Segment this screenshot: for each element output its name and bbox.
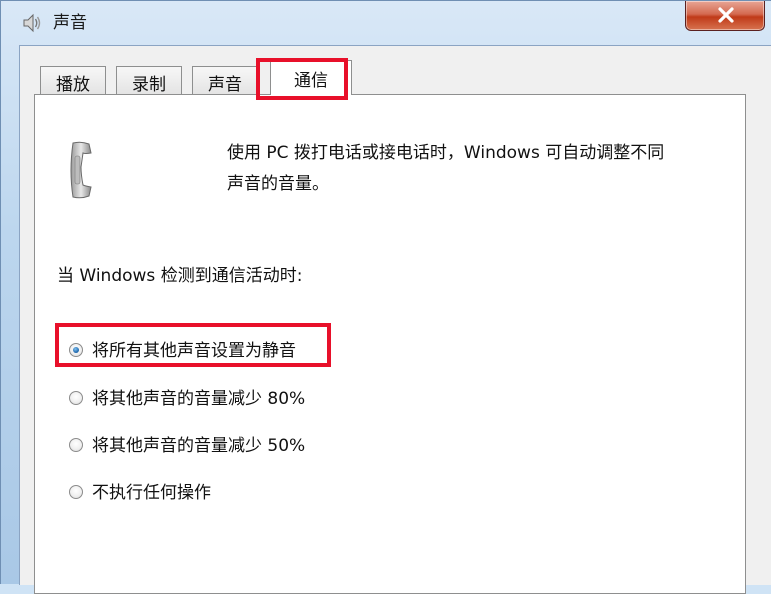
option-label: 不执行任何操作 [92,483,211,503]
title-bar[interactable]: 声音 [1,1,771,45]
telephone-icon [67,141,95,203]
tab-playback[interactable]: 播放 [40,66,106,95]
radio-button[interactable] [69,438,83,452]
option-label: 将其他声音的音量减少 50% [92,436,306,456]
close-button[interactable] [685,1,765,31]
communications-panel: 使用 PC 拨打电话或接电话时，Windows 可自动调整不同 声音的音量。 当… [34,94,746,594]
description-text: 使用 PC 拨打电话或接电话时，Windows 可自动调整不同 声音的音量。 [227,138,737,200]
option-highlight-box [55,323,331,367]
tab-sounds[interactable]: 声音 [192,66,258,95]
option-label: 将其他声音的音量减少 80% [92,389,306,409]
description-line-2: 声音的音量。 [227,174,329,194]
prompt-label: 当 Windows 检测到通信活动时: [57,266,303,286]
window-title: 声音 [53,13,87,33]
description-line-1: 使用 PC 拨打电话或接电话时，Windows 可自动调整不同 [227,143,665,163]
tab-recording[interactable]: 录制 [116,66,182,95]
radio-button[interactable] [69,485,83,499]
dialog-client-area: 播放 录制 声音 通信 使用 PC 拨打电话或接电话时，Windows 可自动调… [19,45,771,594]
tab-highlight-box [256,58,348,100]
sound-dialog-window: 声音 播放 录制 声音 通信 使用 PC 拨打电话或接电话时，Windows 可… [0,0,771,594]
radio-button[interactable] [69,391,83,405]
speaker-icon [21,12,43,34]
